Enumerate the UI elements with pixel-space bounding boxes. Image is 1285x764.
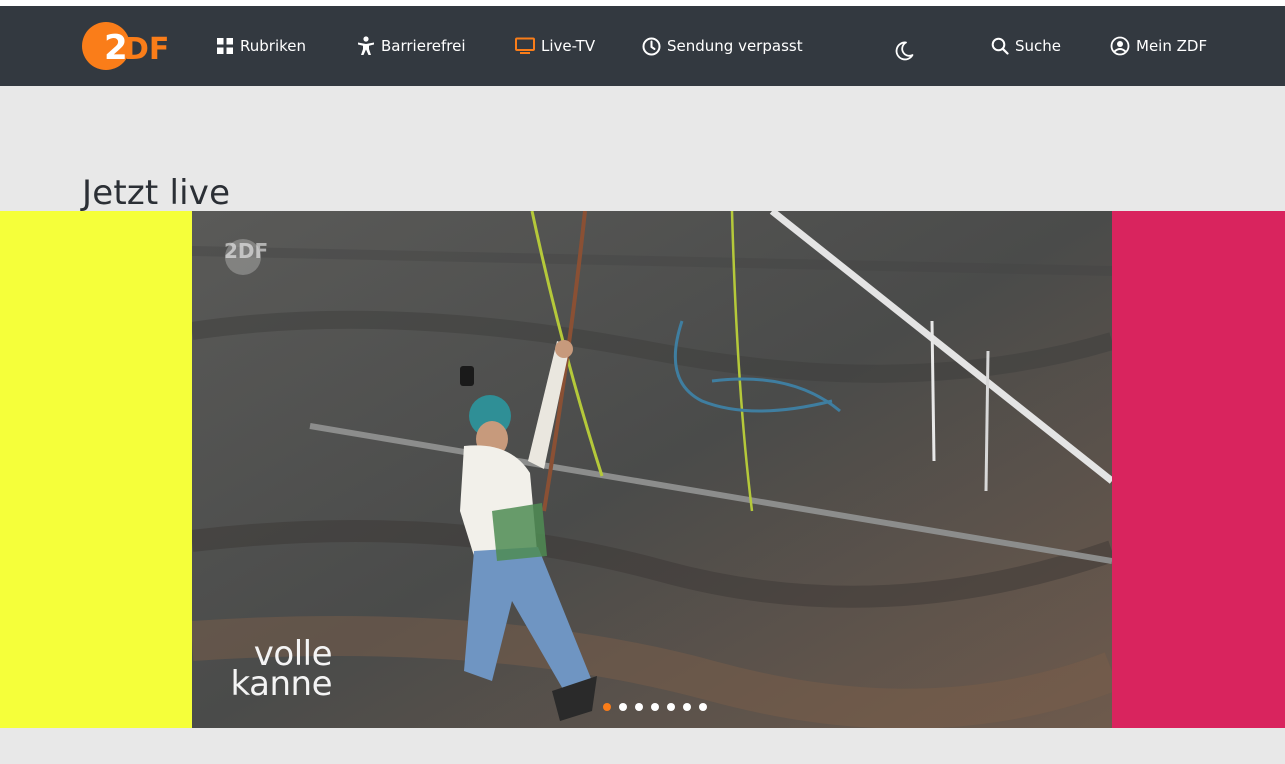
- tv-icon: [515, 37, 535, 54]
- zdf-logo[interactable]: 2 DF: [82, 21, 169, 71]
- user-icon: [1110, 36, 1130, 56]
- nav-rubriken-label: Rubriken: [240, 37, 306, 55]
- live-carousel: 2DF volle kanne: [0, 211, 1285, 728]
- main-navigation: 2 DF Rubriken Barrierefrei Live-TV Sendu…: [0, 6, 1285, 86]
- nav-sendung-verpasst-label: Sendung verpasst: [667, 37, 803, 55]
- carousel-dot[interactable]: [603, 703, 611, 711]
- carousel-pagination: [603, 703, 707, 711]
- live-video-player[interactable]: 2DF volle kanne: [192, 211, 1112, 728]
- nav-barrierefrei[interactable]: Barrierefrei: [357, 34, 466, 58]
- search-icon: [991, 37, 1009, 55]
- carousel-dot[interactable]: [667, 703, 675, 711]
- nav-live-tv-label: Live-TV: [541, 37, 596, 55]
- show-logo: volle kanne: [226, 637, 333, 704]
- section-title: Jetzt live: [82, 172, 231, 213]
- account-label: Mein ZDF: [1136, 37, 1208, 55]
- grid-icon: [217, 38, 233, 54]
- carousel-dot[interactable]: [699, 703, 707, 711]
- moon-icon: [895, 41, 914, 61]
- carousel-prev-teaser[interactable]: [0, 211, 192, 728]
- carousel-next-teaser[interactable]: [1112, 211, 1285, 728]
- nav-barrierefrei-label: Barrierefrei: [381, 37, 466, 55]
- carousel-dot[interactable]: [651, 703, 659, 711]
- dark-mode-toggle[interactable]: [893, 40, 915, 62]
- nav-sendung-verpasst[interactable]: Sendung verpasst: [642, 34, 803, 58]
- carousel-dot[interactable]: [635, 703, 643, 711]
- carousel-dot[interactable]: [619, 703, 627, 711]
- accessibility-icon: [358, 36, 374, 55]
- show-logo-line2: kanne: [230, 664, 333, 704]
- nav-live-tv[interactable]: Live-TV: [515, 34, 595, 58]
- search-button[interactable]: Suche: [991, 34, 1061, 58]
- clock-icon: [642, 37, 661, 55]
- logo-letters: DF: [124, 32, 168, 67]
- account-button[interactable]: Mein ZDF: [1110, 34, 1207, 58]
- nav-rubriken[interactable]: Rubriken: [216, 34, 306, 58]
- search-label: Suche: [1015, 37, 1062, 55]
- carousel-dot[interactable]: [683, 703, 691, 711]
- channel-watermark: 2DF: [224, 239, 269, 263]
